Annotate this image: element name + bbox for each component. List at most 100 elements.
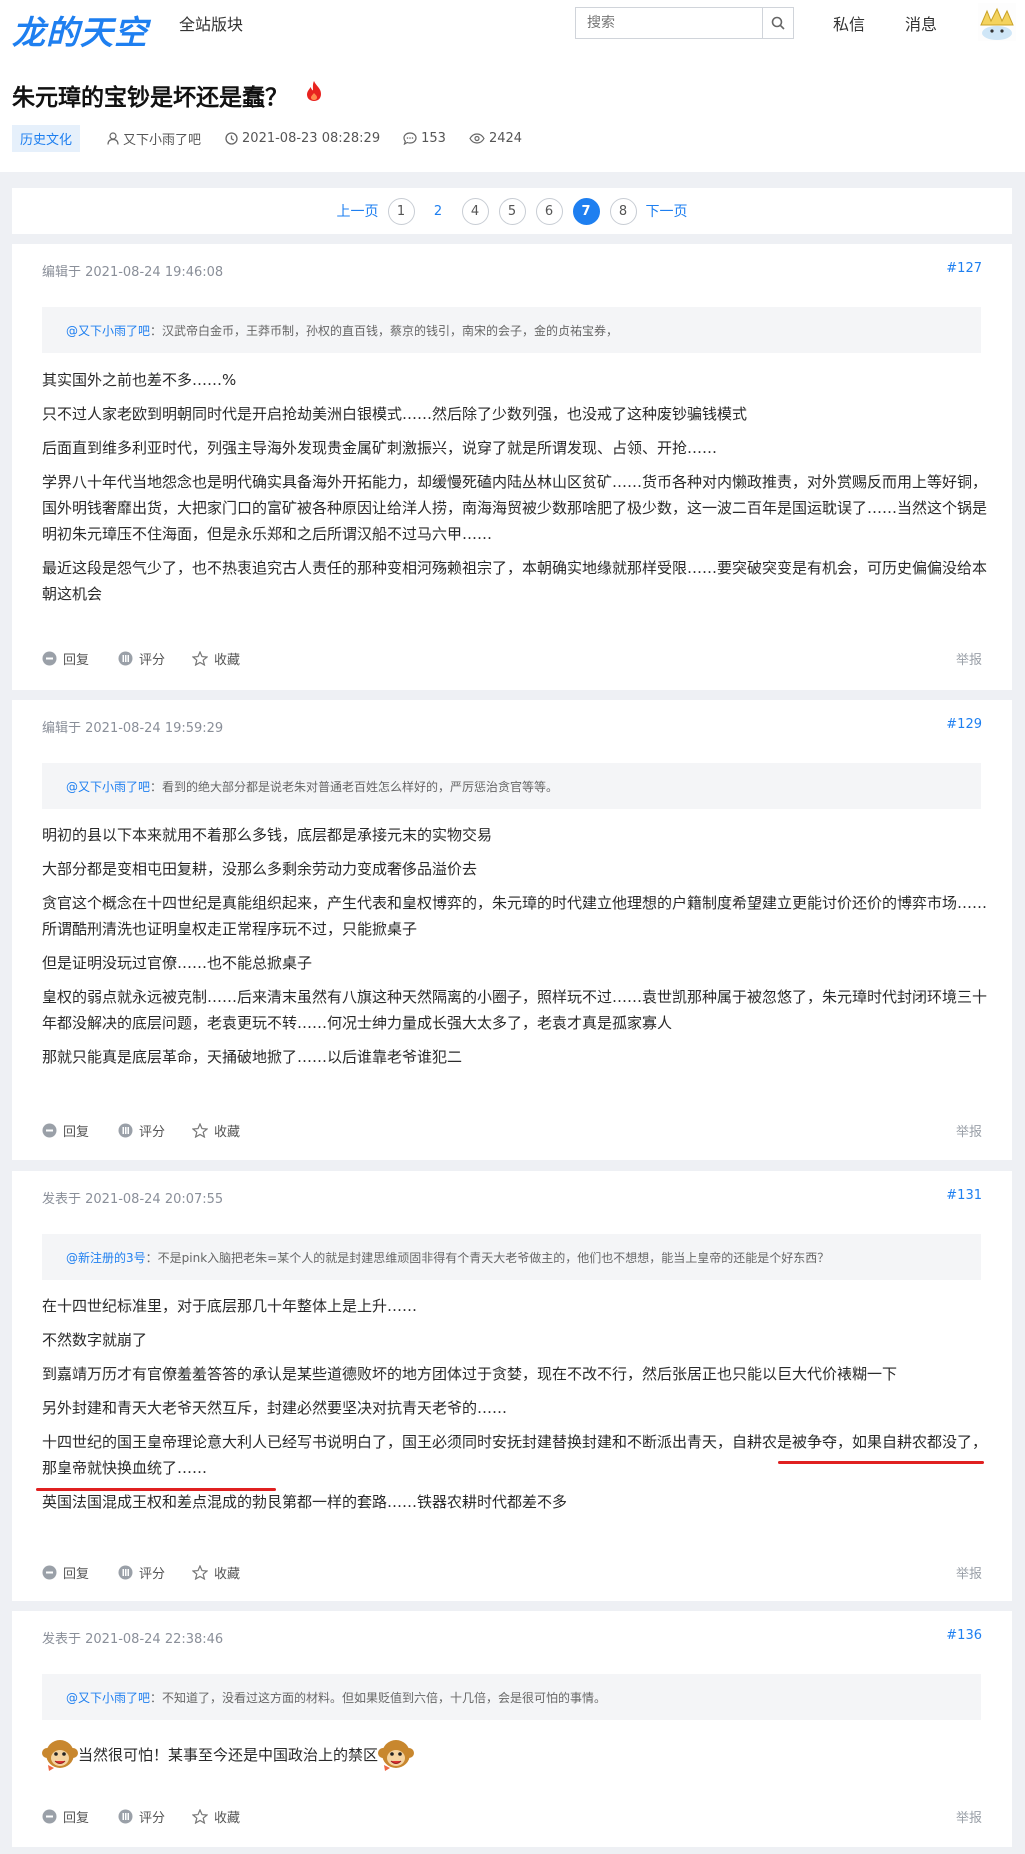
quote-user-link[interactable]: @又下小雨了吧 (66, 322, 150, 339)
view-count: 2424 (469, 131, 522, 146)
star-icon (192, 1809, 208, 1824)
notifications-link[interactable]: 消息 (905, 11, 937, 35)
star-icon (192, 651, 208, 666)
comment-count-value: 153 (421, 130, 446, 146)
post-line: 当然很可怕！某事至今还是中国政治上的禁区 (78, 1746, 379, 1764)
page-8[interactable]: 8 (609, 197, 637, 225)
reply-icon (42, 1809, 57, 1824)
post-number[interactable]: #136 (946, 1628, 982, 1643)
page-5[interactable]: 5 (498, 197, 526, 225)
quote-text: ：不是pink入脑把老朱=某个人的就是封建思维顽固非得有个青天大老爷做主的，他们… (145, 1250, 830, 1265)
search-button[interactable] (762, 8, 793, 38)
favorite-button[interactable]: 收藏 (192, 1563, 240, 1582)
reply-icon (42, 651, 57, 666)
post-line: 其实国外之前也差不多……% (42, 371, 237, 389)
top-bar: 龙的天空 全站版块 私信 消息 (0, 0, 1025, 68)
post-number[interactable]: #129 (946, 717, 982, 732)
quote-text: ：看到的绝大部分都是说老朱对普通老百姓怎么样好的，严厉惩治贪官等等。 (150, 779, 559, 794)
quote-user-link[interactable]: @又下小雨了吧 (66, 778, 150, 795)
post-line: 另外封建和青天大老爷天然互斥，封建必然要坚决对抗青天老爷的…… (42, 1399, 508, 1417)
pagination: 上一页 1 2 4 5 6 7 8 下一页 (12, 188, 1012, 234)
quote-block: @又下小雨了吧 ：不知道了，没看过这方面的材料。但如果贬值到六倍，十几倍，会是很可… (42, 1674, 981, 1720)
quote-text: ：汉武帝白金币，王莽币制，孙权的直百钱，蔡京的钱引，南宋的会子，金的贞祐宝券， (150, 323, 619, 338)
avatar[interactable] (978, 3, 1016, 41)
post-line: 但是证明没玩过官僚……也不能总掀桌子 (42, 954, 313, 972)
prev-page-link[interactable]: 上一页 (337, 201, 379, 221)
favorite-button[interactable]: 收藏 (192, 649, 240, 668)
author-name: 又下小雨了吧 (123, 132, 202, 148)
category-tag[interactable]: 历史文化 (12, 124, 81, 152)
report-link[interactable]: 举报 (956, 1807, 982, 1826)
post-body: 当然很可怕！某事至今还是中国政治上的禁区 (42, 1737, 992, 1781)
rate-button[interactable]: 评分 (118, 649, 165, 668)
search-input[interactable] (576, 8, 762, 38)
reply-button[interactable]: 回复 (42, 1563, 89, 1582)
rate-button[interactable]: 评分 (118, 1807, 165, 1826)
report-link[interactable]: 举报 (956, 1563, 982, 1582)
thread-header: 朱元璋的宝钞是坏还是蠢？ 历史文化 又下小雨了吧 2021-08-23 08:2… (0, 64, 1025, 172)
fire-icon (307, 81, 321, 101)
post-136: 发表于 2021-08-24 22:38:46 #136 @又下小雨了吧 ：不知道… (12, 1611, 1012, 1847)
view-count-value: 2424 (488, 130, 523, 146)
eye-icon (469, 132, 485, 144)
post-131: 发表于 2021-08-24 20:07:55 #131 @新注册的3号 ：不是p… (12, 1171, 1012, 1601)
quote-block: @又下小雨了吧 ：汉武帝白金币，王莽币制，孙权的直百钱，蔡京的钱引，南宋的会子，金… (42, 307, 981, 353)
post-line: 不然数字就崩了 (42, 1331, 148, 1349)
post-meta: 发表于 2021-08-24 22:38:46 (42, 1632, 224, 1647)
rate-icon (118, 651, 133, 666)
post-line: 学界八十年代当地怨念也是明代确实具备海外开拓能力，却缓慢死磕内陆丛林山区贫矿……… (42, 473, 988, 543)
rate-button[interactable]: 评分 (118, 1121, 165, 1140)
reply-button[interactable]: 回复 (42, 649, 89, 668)
site-logo[interactable]: 龙的天空 (12, 6, 148, 54)
page-4[interactable]: 4 (461, 197, 489, 225)
favorite-button[interactable]: 收藏 (192, 1121, 240, 1140)
page-6[interactable]: 6 (535, 197, 563, 225)
report-link[interactable]: 举报 (956, 649, 982, 668)
all-boards-link[interactable]: 全站版块 (179, 11, 243, 35)
page-1[interactable]: 1 (387, 197, 415, 225)
thread-meta: 历史文化 又下小雨了吧 2021-08-23 08:28:29 153 2424 (12, 124, 522, 152)
post-number[interactable]: #127 (946, 261, 982, 276)
favorite-button[interactable]: 收藏 (192, 1807, 240, 1826)
page-2[interactable]: 2 (425, 198, 452, 225)
post-line: 到嘉靖万历才有官僚羞羞答答的承认是某些道德败坏的地方团体过于贪婪，现在不改不行，… (42, 1365, 898, 1383)
quote-user-link[interactable]: @又下小雨了吧 (66, 1689, 150, 1706)
quote-user-link[interactable]: @新注册的3号 (66, 1249, 146, 1266)
rate-icon (118, 1565, 133, 1580)
post-time: 2021-08-23 08:28:29 (225, 131, 380, 146)
rate-icon (118, 1809, 133, 1824)
user-icon (107, 131, 119, 145)
avatar-icon (978, 3, 1016, 41)
reply-icon (42, 1123, 57, 1138)
post-line: 后面直到维多利亚时代，列强主导海外发现贵金属矿刺激振兴，说穿了就是所谓发现、占领… (42, 439, 718, 457)
post-meta: 编辑于 2021-08-24 19:46:08 (42, 265, 224, 280)
quote-text: ：不知道了，没看过这方面的材料。但如果贬值到六倍，十几倍，会是很可怕的事情。 (150, 1690, 607, 1705)
post-number[interactable]: #131 (946, 1188, 982, 1203)
monkey-emoji-icon (42, 1740, 78, 1771)
author[interactable]: 又下小雨了吧 (107, 129, 201, 148)
post-line: 大部分都是变相屯田复耕，没那么多剩余劳动力变成奢侈品溢价去 (42, 860, 478, 878)
reply-button[interactable]: 回复 (42, 1121, 89, 1140)
post-line: 明初的县以下本来就用不着那么多钱，底层都是承接元末的实物交易 (42, 826, 493, 844)
rate-button[interactable]: 评分 (118, 1563, 165, 1582)
page-title: 朱元璋的宝钞是坏还是蠢？ (12, 85, 288, 111)
post-body: 明初的县以下本来就用不着那么多钱，底层都是承接元末的实物交易 大部分都是变相屯田… (42, 822, 992, 1078)
private-messages-link[interactable]: 私信 (833, 11, 865, 35)
post-line: 最近这段是怨气少了，也不热衷追究古人责任的那种变相河殇赖祖宗了，本朝确实地缘就那… (42, 559, 988, 603)
monkey-emoji-icon (378, 1740, 415, 1771)
page-7-current[interactable]: 7 (572, 197, 600, 225)
search-icon (771, 16, 785, 30)
post-line: 只不过人家老欧到明朝同时代是开启抢劫美洲白银模式……然后除了少数列强，也没戒了这… (42, 405, 748, 423)
reply-button[interactable]: 回复 (42, 1807, 89, 1826)
reply-icon (42, 1565, 57, 1580)
red-underline (36, 1488, 276, 1491)
report-link[interactable]: 举报 (956, 1121, 982, 1140)
star-icon (192, 1565, 208, 1580)
post-meta: 编辑于 2021-08-24 19:59:29 (42, 721, 224, 736)
comment-count: 153 (403, 131, 446, 146)
post-line: 那就只能真是底层革命，天捅破地掀了……以后谁靠老爷谁犯二 (42, 1048, 463, 1066)
post-line-with-emoji: 当然很可怕！某事至今还是中国政治上的禁区 (42, 1737, 992, 1773)
post-line: 皇权的弱点就永远被克制……后来清末虽然有八旗这种天然隔离的小圈子，照样玩不过……… (42, 988, 988, 1032)
next-page-link[interactable]: 下一页 (646, 201, 688, 221)
post-datetime: 2021-08-23 08:28:29 (242, 130, 381, 146)
